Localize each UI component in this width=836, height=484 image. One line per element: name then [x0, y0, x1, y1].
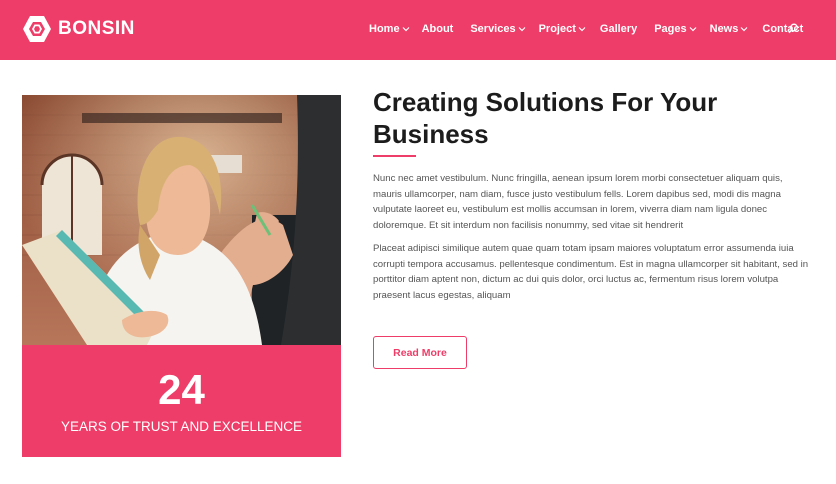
nav-label: News	[709, 23, 739, 35]
main-nav: Home About Services Project Gallery Page…	[369, 21, 803, 37]
nav-label: Gallery	[599, 23, 638, 35]
experience-stat-box: 24 YEARS OF TRUST AND EXCELLENCE	[22, 345, 341, 457]
brand-name: BONSIN	[58, 18, 135, 39]
hexagon-logo-icon	[23, 16, 51, 42]
nav-label: Home	[369, 23, 400, 35]
nav-item-project[interactable]: Project	[539, 23, 586, 35]
intro-paragraph: Nunc nec amet vestibulum. Nunc fringilla…	[373, 173, 783, 231]
chevron-down-icon	[402, 27, 409, 32]
nav-label: Services	[470, 23, 516, 35]
chevron-down-icon	[740, 27, 748, 32]
section-title: Creating Solutions For Your Business	[373, 87, 718, 149]
nav-item-services[interactable]: Services	[470, 23, 526, 35]
search-icon[interactable]	[788, 23, 799, 34]
chevron-down-icon	[689, 27, 697, 32]
chevron-down-icon	[578, 27, 586, 32]
chevron-down-icon	[518, 27, 526, 32]
nav-item-news[interactable]: News	[710, 23, 749, 35]
years-count: 24	[158, 366, 205, 413]
title-divider	[373, 155, 416, 157]
read-more-button[interactable]: Read More	[373, 336, 467, 369]
nav-item-gallery[interactable]: Gallery	[600, 23, 637, 35]
site-header: BONSIN Home About Services Project Galle…	[0, 0, 836, 60]
nav-item-pages[interactable]: Pages	[654, 23, 697, 35]
nav-label: Pages	[654, 23, 687, 35]
nav-label: About	[421, 23, 454, 35]
years-label: YEARS OF TRUST AND EXCELLENCE	[60, 419, 303, 434]
nav-label: Project	[538, 23, 576, 35]
feature-photo	[22, 95, 341, 345]
brand-logo[interactable]: BONSIN	[22, 14, 135, 44]
detail-paragraph: Placeat adipisci similique autem quae qu…	[373, 243, 809, 301]
nav-item-home[interactable]: Home	[369, 23, 410, 35]
nav-item-about[interactable]: About	[422, 23, 454, 35]
woman-with-tablet-photo	[22, 95, 341, 345]
